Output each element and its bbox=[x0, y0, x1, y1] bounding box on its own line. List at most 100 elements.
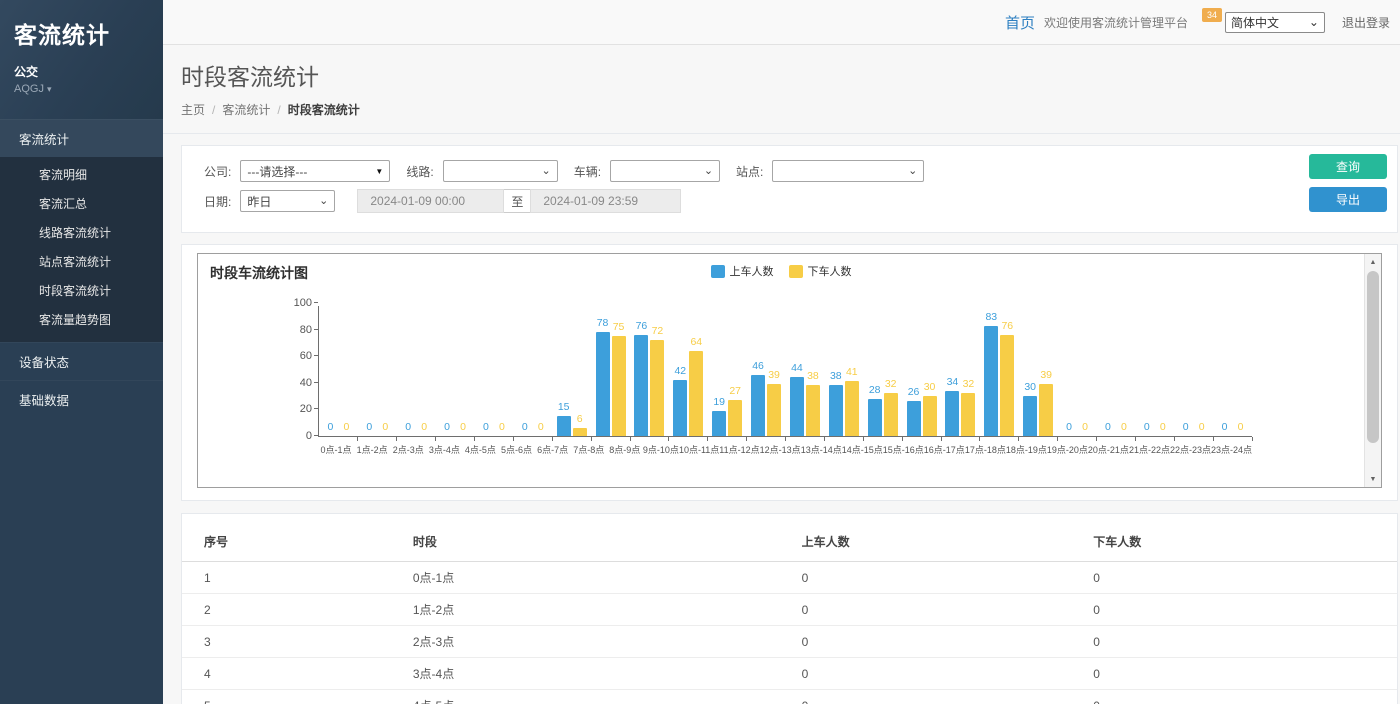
scrollbar-thumb[interactable] bbox=[1367, 271, 1379, 443]
period-traffic-chart: 时段车流统计图 上车人数下车人数 00000000000015678757672… bbox=[197, 253, 1382, 488]
scroll-up-arrow-icon[interactable]: ▲ bbox=[1365, 254, 1381, 270]
table-cell: 0 bbox=[1093, 562, 1397, 594]
bar-value-label: 28 bbox=[869, 384, 881, 396]
bar-value-label: 32 bbox=[963, 378, 975, 390]
x-axis-label: 13点-14点 bbox=[801, 443, 842, 456]
date-label: 日期: bbox=[204, 193, 231, 210]
table-cell: 0 bbox=[802, 562, 1094, 594]
chart-legend: 上车人数 下车人数 bbox=[198, 263, 1364, 279]
bar-上车人数: 38 bbox=[829, 385, 843, 436]
bar-上车人数: 30 bbox=[1023, 396, 1037, 436]
bar-value-label: 0 bbox=[522, 421, 528, 433]
period-stats-table: 序号时段上车人数下车人数 10点-1点0021点-2点0032点-3点0043点… bbox=[182, 526, 1397, 704]
sidebar-item-base-data[interactable]: 基础数据 bbox=[0, 380, 163, 418]
bar-下车人数: 38 bbox=[806, 385, 820, 436]
sidebar-item-passenger-stats[interactable]: 客流统计 bbox=[0, 119, 163, 157]
sidebar-item-passenger-summary[interactable]: 客流汇总 bbox=[0, 189, 163, 218]
legend-item-下车人数[interactable]: 下车人数 bbox=[789, 263, 852, 279]
legend-label: 上车人数 bbox=[730, 263, 774, 279]
station-label: 站点: bbox=[736, 163, 763, 180]
table-header-cell: 序号 bbox=[182, 526, 413, 562]
legend-item-上车人数[interactable]: 上车人数 bbox=[711, 263, 774, 279]
sidebar-header: 客流统计 公交 AQGJ▾ bbox=[0, 0, 163, 119]
bar-下车人数: 72 bbox=[650, 340, 664, 436]
table-cell: 0 bbox=[1093, 658, 1397, 690]
filter-buttons: 查询 导出 bbox=[1309, 154, 1387, 212]
x-axis-label: 10点-11点 bbox=[679, 443, 719, 456]
sidebar-item-passenger-detail[interactable]: 客流明细 bbox=[0, 160, 163, 189]
y-tick-label: 40 bbox=[300, 377, 312, 389]
sidebar-item-device-status[interactable]: 设备状态 bbox=[0, 342, 163, 380]
sidebar-item-flow-trend-chart[interactable]: 客流量趋势图 bbox=[0, 305, 163, 334]
x-axis-label: 20点-21点 bbox=[1088, 443, 1129, 456]
bar-value-label: 0 bbox=[483, 421, 489, 433]
x-axis-label: 7点-8点 bbox=[571, 443, 607, 456]
table-header-cell: 上车人数 bbox=[802, 526, 1094, 562]
chevron-down-icon: ▾ bbox=[47, 84, 52, 94]
table-cell: 2 bbox=[182, 594, 413, 626]
scroll-down-arrow-icon[interactable]: ▼ bbox=[1365, 471, 1381, 487]
bar-value-label: 0 bbox=[1082, 421, 1088, 433]
query-button[interactable]: 查询 bbox=[1309, 154, 1387, 179]
station-select[interactable]: ⌄ bbox=[772, 160, 924, 182]
line-select[interactable]: ⌄ bbox=[443, 160, 558, 182]
bar-value-label: 0 bbox=[499, 421, 505, 433]
bar-value-label: 42 bbox=[674, 365, 686, 377]
date-range-to-label: 至 bbox=[504, 189, 530, 213]
x-axis-label: 1点-2点 bbox=[354, 443, 390, 456]
date-from-input[interactable]: 2024-01-09 00:00 bbox=[357, 189, 504, 213]
chart-scrollbar: ▲ ▼ bbox=[1364, 254, 1381, 487]
bar-group: 00 bbox=[319, 306, 358, 436]
sidebar-item-period-passenger-stats[interactable]: 时段客流统计 bbox=[0, 276, 163, 305]
language-select[interactable]: 简体中文 ⌄ bbox=[1225, 12, 1325, 33]
chart-plot-area: 0000000000001567875767242641927463944383… bbox=[318, 306, 1252, 437]
user-name: AQGJ bbox=[14, 83, 44, 95]
home-link[interactable]: 首页 bbox=[1005, 12, 1035, 33]
x-axis-label: 22点-23点 bbox=[1170, 443, 1211, 456]
bar-value-label: 0 bbox=[366, 421, 372, 433]
x-axis-label: 21点-22点 bbox=[1129, 443, 1170, 456]
bar-value-label: 6 bbox=[577, 413, 583, 425]
bar-value-label: 0 bbox=[1238, 421, 1244, 433]
logout-link[interactable]: 退出登录 bbox=[1342, 14, 1390, 31]
breadcrumb-item[interactable]: 主页 bbox=[181, 103, 205, 117]
table-row: 32点-3点00 bbox=[182, 626, 1397, 658]
bar-group: 3432 bbox=[941, 306, 980, 436]
breadcrumb-item[interactable]: 客流统计 bbox=[222, 103, 270, 117]
bar-下车人数: 64 bbox=[689, 351, 703, 436]
bar-value-label: 32 bbox=[885, 378, 897, 390]
table-cell: 1点-2点 bbox=[413, 594, 802, 626]
table-cell: 4点-5点 bbox=[413, 690, 802, 704]
chevron-down-icon: ⌄ bbox=[541, 166, 550, 176]
legend-label: 下车人数 bbox=[808, 263, 852, 279]
user-menu[interactable]: AQGJ▾ bbox=[14, 83, 149, 95]
bar-value-label: 0 bbox=[421, 421, 427, 433]
bar-value-label: 41 bbox=[846, 366, 858, 378]
sidebar-item-station-passenger-stats[interactable]: 站点客流统计 bbox=[0, 247, 163, 276]
y-tick-mark bbox=[314, 302, 318, 303]
date-preset-select[interactable]: 昨日 ⌄ bbox=[240, 190, 335, 212]
sidebar-item-line-passenger-stats[interactable]: 线路客流统计 bbox=[0, 218, 163, 247]
bar-value-label: 39 bbox=[768, 369, 780, 381]
y-tick-mark bbox=[314, 382, 318, 383]
breadcrumb-separator: / bbox=[277, 103, 280, 117]
vehicle-select[interactable]: ⌄ bbox=[610, 160, 720, 182]
table-header-cell: 下车人数 bbox=[1093, 526, 1397, 562]
bar-value-label: 64 bbox=[690, 336, 702, 348]
data-table-panel: 序号时段上车人数下车人数 10点-1点0021点-2点0032点-3点0043点… bbox=[181, 513, 1398, 704]
company-label: 公司: bbox=[204, 163, 231, 180]
page-title: 时段客流统计 bbox=[181, 58, 1400, 92]
x-axis-label: 14点-15点 bbox=[842, 443, 883, 456]
bar-value-label: 26 bbox=[908, 386, 920, 398]
x-axis-label: 8点-9点 bbox=[607, 443, 643, 456]
breadcrumb: 主页/客流统计/时段客流统计 bbox=[181, 101, 1400, 133]
date-to-input[interactable]: 2024-01-09 23:59 bbox=[530, 189, 681, 213]
x-axis-label: 9点-10点 bbox=[643, 443, 679, 456]
bar-group: 00 bbox=[1174, 306, 1213, 436]
bar-value-label: 0 bbox=[1121, 421, 1127, 433]
x-axis-label: 19点-20点 bbox=[1047, 443, 1088, 456]
table-header-cell: 时段 bbox=[413, 526, 802, 562]
company-select[interactable]: ---请选择--- ▼ bbox=[240, 160, 390, 182]
table-cell: 5 bbox=[182, 690, 413, 704]
export-button[interactable]: 导出 bbox=[1309, 187, 1387, 212]
